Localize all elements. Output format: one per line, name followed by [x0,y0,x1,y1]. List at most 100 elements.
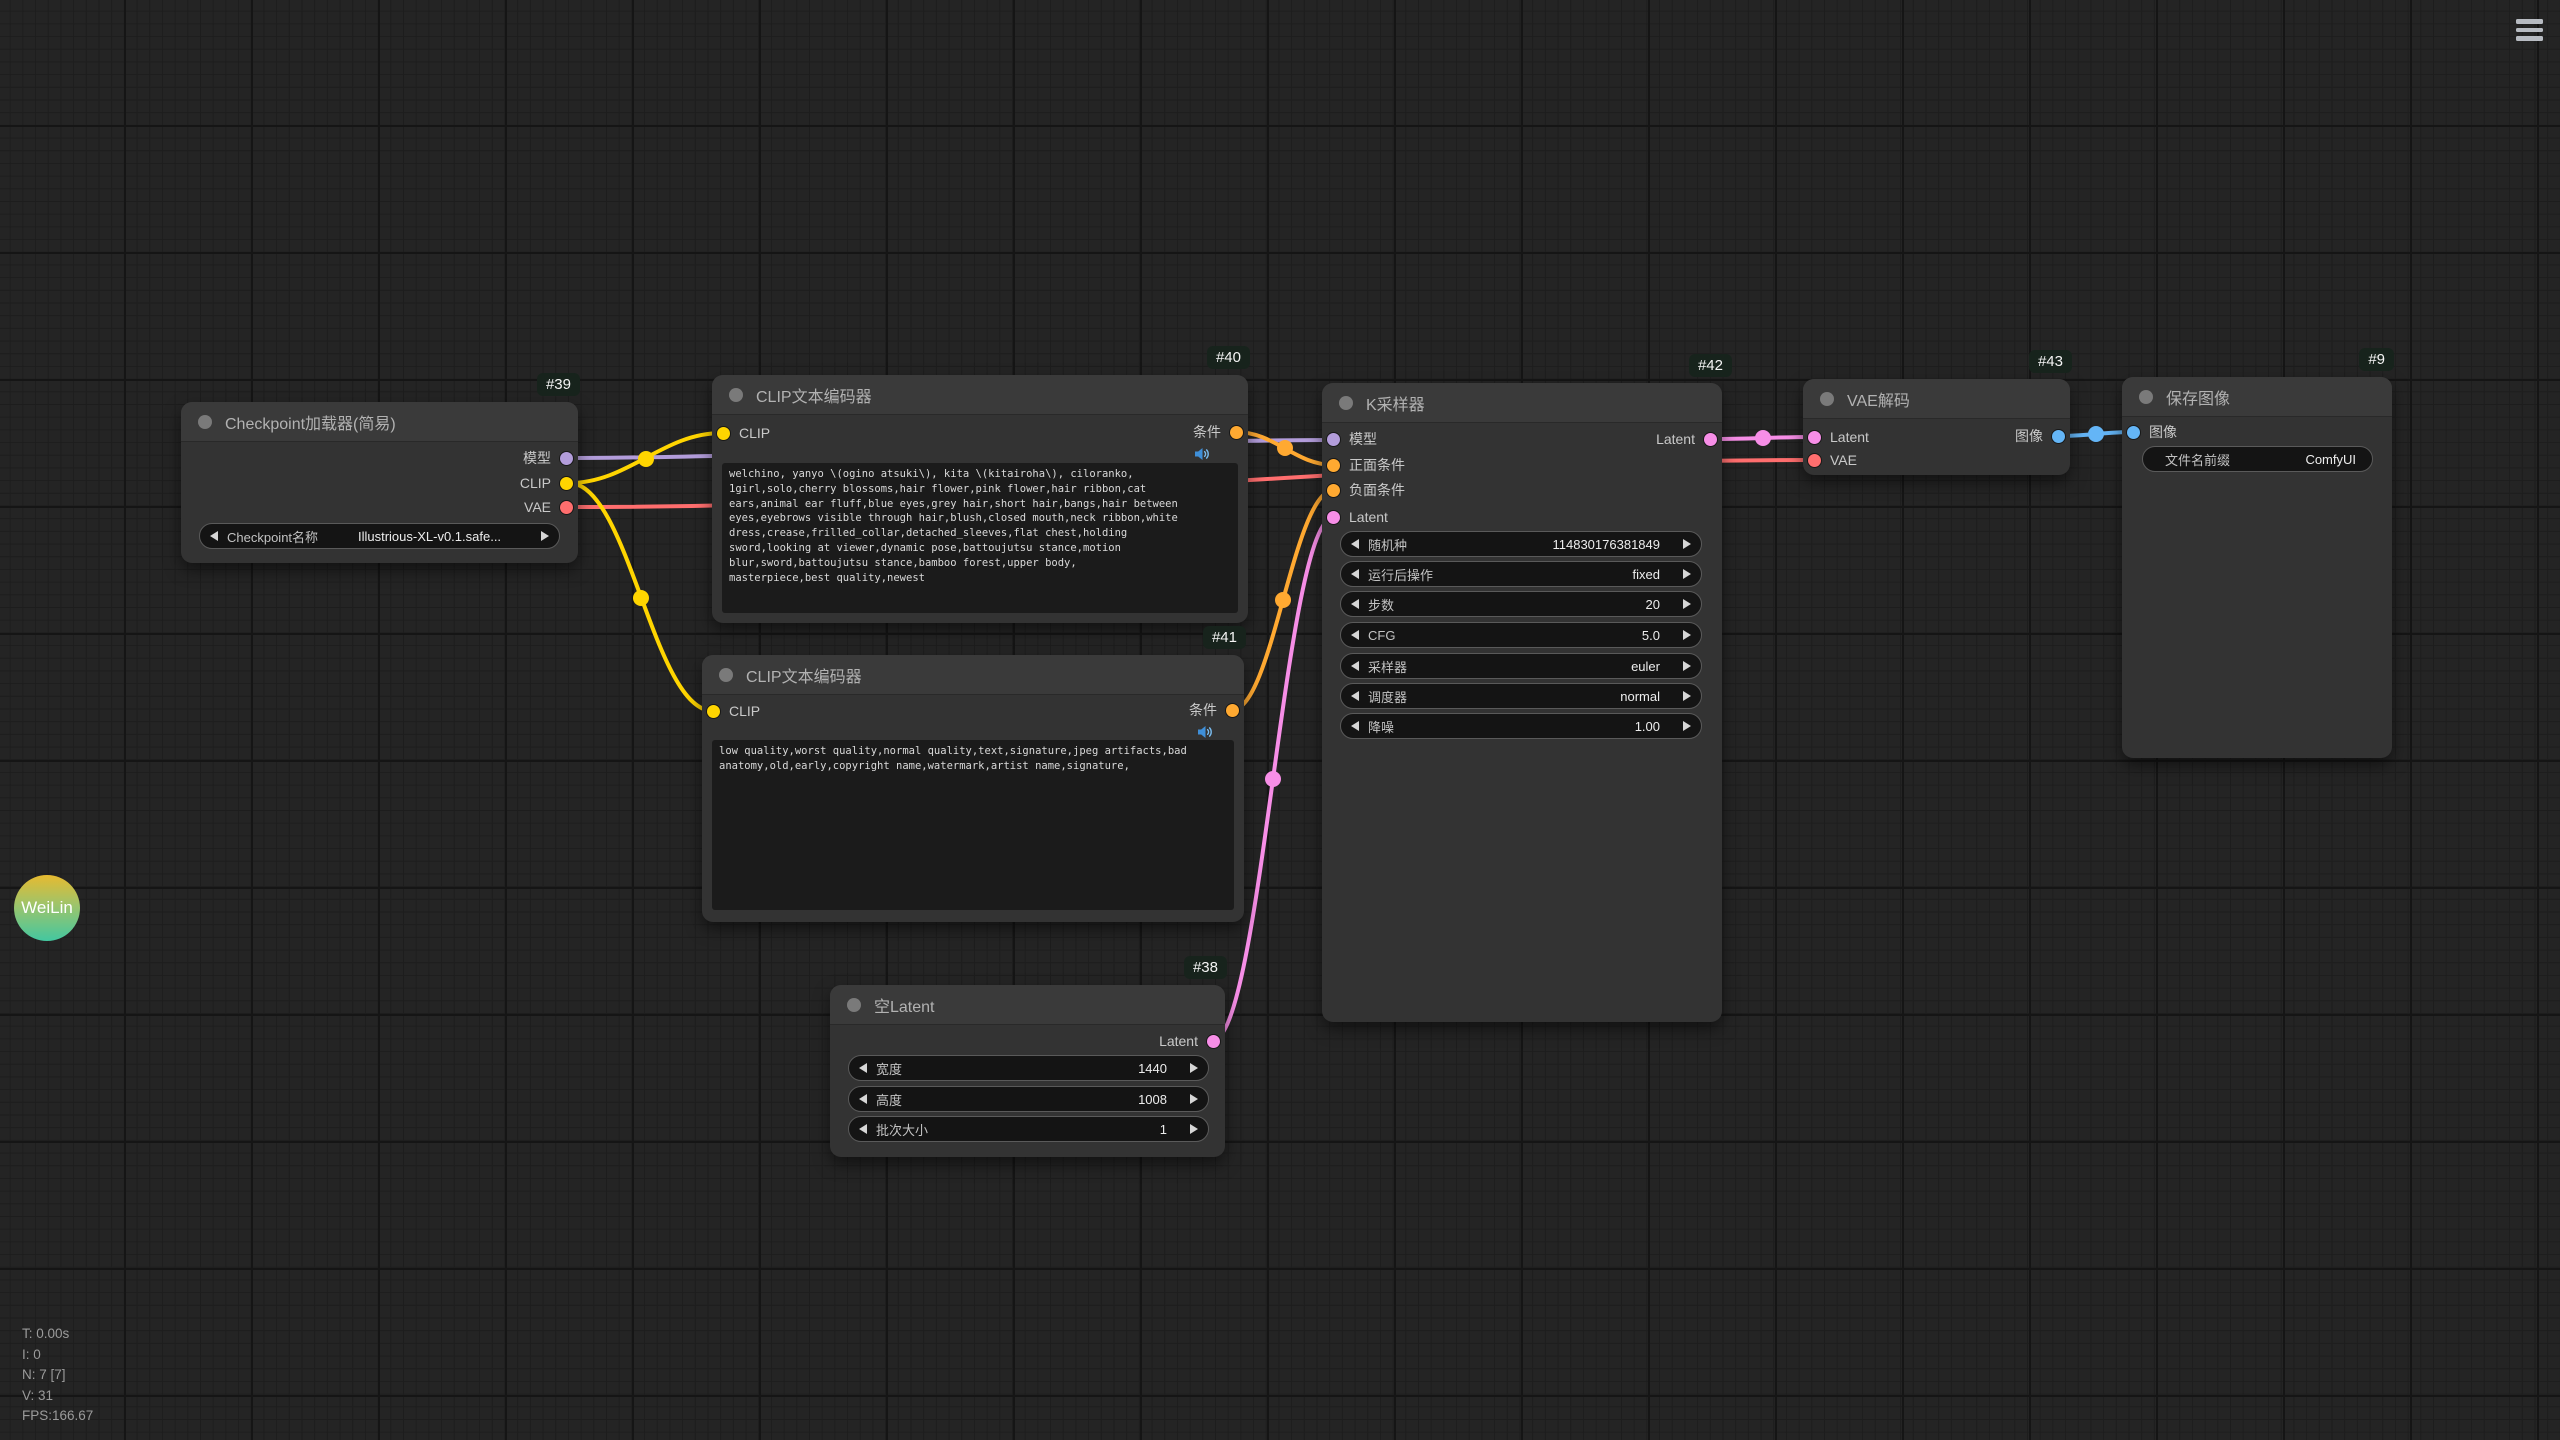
node-id-badge: #43 [2029,350,2072,373]
node-clip-encode-negative[interactable]: #41 CLIP文本编码器 CLIP 条件 low quality,worst … [702,655,1244,922]
node-title-bar[interactable]: Checkpoint加载器(简易) [181,402,578,442]
decrement-arrow-icon[interactable] [859,1124,867,1134]
node-id-badge: #42 [1689,354,1732,377]
model-port[interactable] [560,452,573,465]
clip-port[interactable] [707,705,720,718]
positive-prompt-textarea[interactable]: welchino, yanyo \(ogino atsuki\), kita \… [722,463,1238,613]
height-widget[interactable]: 高度 1008 [848,1086,1209,1112]
collapse-dot[interactable] [729,388,743,402]
link-dot [2088,426,2104,442]
slot-label: 模型 [523,448,551,468]
node-id-badge: #41 [1203,626,1246,649]
weilin-plugin-button[interactable]: WeiLin [14,875,80,941]
vae-port[interactable] [560,501,573,514]
node-empty-latent[interactable]: #38 空Latent Latent 宽度 1440 高度 1008 批次大小 … [830,985,1225,1157]
negative-prompt-textarea[interactable]: low quality,worst quality,normal quality… [712,740,1234,910]
conditioning-port[interactable] [1226,704,1239,717]
collapse-dot[interactable] [198,415,212,429]
link-dot [638,451,654,467]
checkpoint-name-widget[interactable]: Checkpoint名称 Illustrious-XL-v0.1.safe... [199,523,560,549]
increment-arrow-icon[interactable] [1683,569,1691,579]
denoise-widget[interactable]: 降噪 1.00 [1340,713,1702,739]
cfg-widget[interactable]: CFG 5.0 [1340,622,1702,648]
node-graph-canvas[interactable]: #39 Checkpoint加载器(简易) 模型 CLIP VAE Checkp… [0,0,2560,1440]
scheduler-widget[interactable]: 调度器 normal [1340,683,1702,709]
node-vae-decode[interactable]: #43 VAE解码 Latent VAE 图像 [1803,379,2070,475]
speaker-icon[interactable] [1194,447,1210,461]
decrement-arrow-icon[interactable] [859,1063,867,1073]
node-title-bar[interactable]: CLIP文本编码器 [702,655,1244,695]
model-port[interactable] [1327,433,1340,446]
decrement-arrow-icon[interactable] [210,531,218,541]
conditioning-port[interactable] [1230,426,1243,439]
clip-port[interactable] [717,427,730,440]
increment-arrow-icon[interactable] [1683,721,1691,731]
conditioning-port[interactable] [1327,484,1340,497]
sampler-widget[interactable]: 采样器 euler [1340,653,1702,679]
increment-arrow-icon[interactable] [1683,661,1691,671]
decrement-arrow-icon[interactable] [1351,539,1359,549]
node-id-badge: #9 [2359,348,2394,371]
increment-arrow-icon[interactable] [541,531,549,541]
node-ksampler[interactable]: #42 K采样器 模型 正面条件 负面条件 Latent Latent 随机种 [1322,383,1722,1022]
decrement-arrow-icon[interactable] [1351,599,1359,609]
vae-port[interactable] [1808,454,1821,467]
seed-widget[interactable]: 随机种 114830176381849 [1340,531,1702,557]
collapse-dot[interactable] [719,668,733,682]
latent-port[interactable] [1704,433,1717,446]
increment-arrow-icon[interactable] [1190,1063,1198,1073]
steps-widget[interactable]: 步数 20 [1340,591,1702,617]
widget-label: 宽度 [876,1059,902,1078]
output-slot-clip: CLIP [520,473,573,493]
latent-port[interactable] [1207,1035,1220,1048]
control-after-generate-widget[interactable]: 运行后操作 fixed [1340,561,1702,587]
node-title-bar[interactable]: K采样器 [1322,383,1722,423]
widget-label: 批次大小 [876,1120,928,1139]
clip-port[interactable] [560,477,573,490]
node-save-image[interactable]: #9 保存图像 图像 文件名前缀 ComfyUI [2122,377,2392,758]
node-id-badge: #39 [537,373,580,396]
image-port[interactable] [2052,430,2065,443]
decrement-arrow-icon[interactable] [1351,569,1359,579]
decrement-arrow-icon[interactable] [1351,691,1359,701]
conditioning-port[interactable] [1327,459,1340,472]
node-title-bar[interactable]: 保存图像 [2122,377,2392,417]
collapse-dot[interactable] [1339,396,1353,410]
collapse-dot[interactable] [1820,392,1834,406]
increment-arrow-icon[interactable] [1683,691,1691,701]
batch-size-widget[interactable]: 批次大小 1 [848,1116,1209,1142]
input-slot-clip: CLIP [717,423,770,443]
width-widget[interactable]: 宽度 1440 [848,1055,1209,1081]
widget-label: 高度 [876,1090,902,1109]
filename-prefix-widget[interactable]: 文件名前缀 ComfyUI [2142,446,2373,472]
increment-arrow-icon[interactable] [1683,539,1691,549]
input-slot-latent: Latent [1327,507,1388,527]
node-checkpoint-loader[interactable]: #39 Checkpoint加载器(简易) 模型 CLIP VAE Checkp… [181,402,578,563]
stat-time: T: 0.00s [22,1324,93,1345]
latent-port[interactable] [1327,511,1340,524]
decrement-arrow-icon[interactable] [859,1094,867,1104]
node-title-bar[interactable]: CLIP文本编码器 [712,375,1248,415]
node-title-bar[interactable]: VAE解码 [1803,379,2070,419]
collapse-dot[interactable] [2139,390,2153,404]
stat-nodes: N: 7 [7] [22,1365,93,1386]
increment-arrow-icon[interactable] [1190,1124,1198,1134]
decrement-arrow-icon[interactable] [1351,661,1359,671]
hamburger-menu-icon[interactable] [2516,19,2543,45]
node-clip-encode-positive[interactable]: #40 CLIP文本编码器 CLIP 条件 welchino, yanyo \(… [712,375,1248,623]
slot-label: 正面条件 [1349,455,1405,475]
node-id-badge: #40 [1207,346,1250,369]
increment-arrow-icon[interactable] [1683,599,1691,609]
widget-label: 采样器 [1368,657,1407,676]
increment-arrow-icon[interactable] [1190,1094,1198,1104]
decrement-arrow-icon[interactable] [1351,721,1359,731]
latent-port[interactable] [1808,431,1821,444]
increment-arrow-icon[interactable] [1683,630,1691,640]
node-title: 保存图像 [2166,385,2230,409]
node-title-bar[interactable]: 空Latent [830,985,1225,1025]
speaker-icon[interactable] [1197,725,1213,739]
collapse-dot[interactable] [847,998,861,1012]
decrement-arrow-icon[interactable] [1351,630,1359,640]
link-dot [1755,430,1771,446]
image-port[interactable] [2127,426,2140,439]
